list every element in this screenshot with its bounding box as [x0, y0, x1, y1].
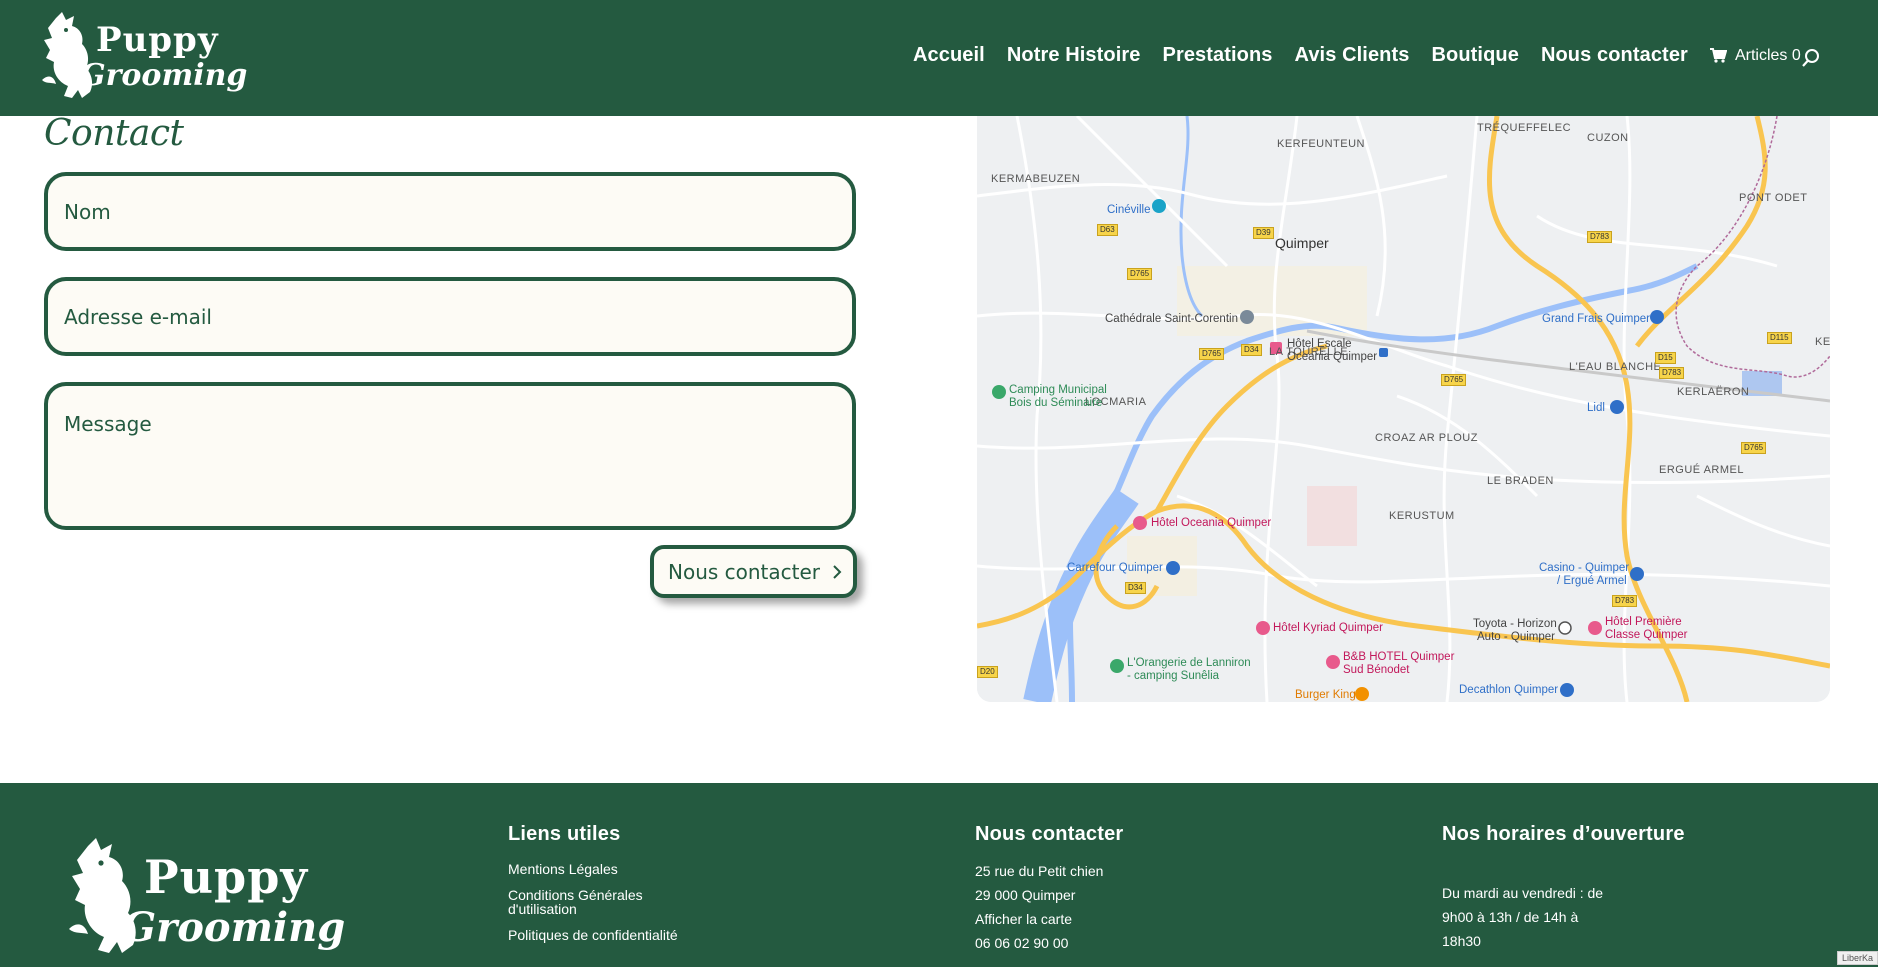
- footer-hours-spacer: [1442, 862, 1702, 884]
- map-area-label: ERGUÉ ARMEL: [1659, 464, 1744, 476]
- map-area-label: LE BRADEN: [1487, 475, 1554, 487]
- road-shield: D765: [1441, 374, 1467, 386]
- map-poi-label: Casino - Quimper: [1539, 562, 1630, 574]
- map-poi-label: Hôtel Première: [1605, 616, 1682, 628]
- map-area-label: L'EAU BLANCHE: [1569, 361, 1662, 373]
- map-poi-label: Bois du Séminaire: [1009, 397, 1103, 409]
- map-poi-label: Toyota - Horizon: [1473, 618, 1557, 630]
- name-input[interactable]: [44, 172, 856, 251]
- footer-address-street: 25 rue du Petit chien: [975, 863, 1104, 879]
- footer-hours-title: Nos horaires d’ouverture: [1442, 823, 1685, 845]
- message-input[interactable]: [44, 382, 856, 530]
- road-shield: D783: [1612, 595, 1638, 607]
- map-poi-label: Oceania Quimper: [1287, 351, 1378, 363]
- site-logo[interactable]: Puppy Grooming: [38, 10, 247, 106]
- submit-button-label: Nous contacter: [668, 559, 821, 584]
- contact-title: Contact: [44, 113, 184, 154]
- map-area-label: KERUSTUM: [1389, 510, 1455, 522]
- cart-count-label: Articles 0: [1734, 46, 1801, 64]
- map-area-label: CUZON: [1587, 132, 1629, 144]
- footer-logo[interactable]: Puppy Grooming: [64, 836, 345, 967]
- map-area-label: KERLAËRON: [1677, 386, 1750, 398]
- map-area-label: PONT ODET: [1739, 192, 1808, 204]
- main-nav: Accueil Notre Histoire Prestations Avis …: [913, 44, 1801, 67]
- map-poi-label: Sud Bénodet: [1343, 664, 1410, 676]
- cart-icon: [1709, 48, 1727, 63]
- search-icon[interactable]: [1800, 47, 1822, 69]
- map-poi-label: Hôtel Escale: [1287, 338, 1352, 350]
- map-area-label: CROAZ AR PLOUZ: [1375, 432, 1478, 444]
- map-poi-label: - camping Sunêlia: [1127, 670, 1220, 682]
- footer-hours-line: 18h30: [1442, 933, 1481, 949]
- logo-text-grooming: Grooming: [80, 58, 248, 93]
- road-shield: D765: [1199, 348, 1225, 360]
- footer-contact-column: Nous contacter 25 rue du Petit chien 29 …: [975, 823, 1225, 958]
- nav-item-prestations[interactable]: Prestations: [1163, 44, 1273, 67]
- footer-logo-text-grooming: Grooming: [122, 904, 346, 951]
- widget-badge[interactable]: LiberKa: [1836, 951, 1878, 965]
- logo-text-puppy: Puppy: [96, 20, 219, 60]
- map-poi-label: Cinéville: [1107, 204, 1151, 216]
- cart-link[interactable]: Articles 0: [1709, 46, 1801, 65]
- nav-item-notre-histoire[interactable]: Notre Histoire: [1007, 44, 1141, 67]
- footer-address-city: 29 000 Quimper: [975, 887, 1076, 903]
- map-poi-label: B&B HOTEL Quimper: [1343, 651, 1455, 663]
- road-shield: D765: [1741, 442, 1767, 454]
- footer-links-title: Liens utiles: [508, 823, 621, 845]
- footer-hours-line: 9h00 à 13h / de 14h à: [1442, 909, 1579, 925]
- site-header: Puppy Grooming Accueil Notre Histoire Pr…: [0, 0, 1878, 116]
- road-shield: D783: [1659, 367, 1685, 379]
- footer-link-mentions[interactable]: Mentions Légales: [508, 862, 738, 876]
- email-input[interactable]: [44, 277, 856, 356]
- map-canvas: [977, 116, 1830, 702]
- nav-item-accueil[interactable]: Accueil: [913, 44, 985, 67]
- road-shield: D783: [1587, 231, 1613, 243]
- map-area-label: KE: [1815, 336, 1830, 348]
- road-shield: D15: [1655, 352, 1676, 364]
- nav-item-avis-clients[interactable]: Avis Clients: [1295, 44, 1410, 67]
- road-shield: D20: [977, 666, 998, 678]
- road-shield: D34: [1125, 582, 1146, 594]
- site-footer: Puppy Grooming Liens utiles Mentions Lég…: [0, 783, 1878, 967]
- map-area-label: KERMABEUZEN: [991, 173, 1081, 185]
- map-area-label: TRÉQUEFFELEC: [1477, 122, 1572, 134]
- footer-contact-title: Nous contacter: [975, 823, 1124, 845]
- map-city-label: Quimper: [1275, 235, 1329, 251]
- map-poi-label: Hôtel Oceania Quimper: [1151, 517, 1272, 529]
- map-poi-label: Decathlon Quimper: [1459, 684, 1559, 696]
- map-poi-label: / Ergué Armel: [1557, 575, 1627, 587]
- road-shield: D39: [1253, 227, 1274, 239]
- footer-show-map-link[interactable]: Afficher la carte: [975, 910, 1225, 928]
- footer-link-privacy[interactable]: Politiques de confidentialité: [508, 928, 738, 942]
- map-poi-label: Classe Quimper: [1605, 629, 1688, 641]
- nav-item-nous-contacter[interactable]: Nous contacter: [1541, 44, 1688, 67]
- map-poi-label: Grand Frais Quimper: [1542, 313, 1651, 325]
- chevron-right-icon: [833, 565, 842, 579]
- submit-button[interactable]: Nous contacter: [650, 545, 857, 598]
- cinema-marker-icon: [1152, 199, 1166, 213]
- nav-item-boutique[interactable]: Boutique: [1431, 44, 1518, 67]
- footer-logo-text-puppy: Puppy: [144, 850, 309, 904]
- map-area-label: KERFEUNTEUN: [1277, 138, 1366, 150]
- map-poi-label: Carrefour Quimper: [1067, 562, 1163, 574]
- road-shield: D63: [1097, 224, 1118, 236]
- footer-links-column: Liens utiles Mentions Légales Conditions…: [508, 823, 738, 954]
- map-poi-label: Hôtel Kyriad Quimper: [1273, 622, 1383, 634]
- map-poi-label: Camping Municipal: [1009, 384, 1107, 396]
- road-shield: D34: [1241, 344, 1262, 356]
- map-embed[interactable]: KERFEUNTEUN TRÉQUEFFELEC CUZON KERMABEUZ…: [977, 116, 1830, 702]
- footer-phone[interactable]: 06 06 02 90 00: [975, 934, 1225, 952]
- footer-hours-column: Nos horaires d’ouverture Du mardi au ven…: [1442, 823, 1702, 956]
- map-poi-label: L'Orangerie de Lanniron: [1127, 657, 1251, 669]
- map-poi-label: Cathédrale Saint-Corentin: [1105, 313, 1238, 325]
- road-shield: D115: [1767, 332, 1792, 344]
- footer-link-cgu[interactable]: Conditions Générales d'utilisation: [508, 888, 658, 916]
- road-shield: D765: [1127, 268, 1153, 280]
- footer-hours-line: Du mardi au vendredi : de: [1442, 885, 1604, 901]
- map-poi-label: Lidl: [1587, 402, 1605, 414]
- map-poi-label: Auto - Quimper: [1477, 631, 1555, 643]
- map-poi-label: Burger King: [1295, 689, 1356, 701]
